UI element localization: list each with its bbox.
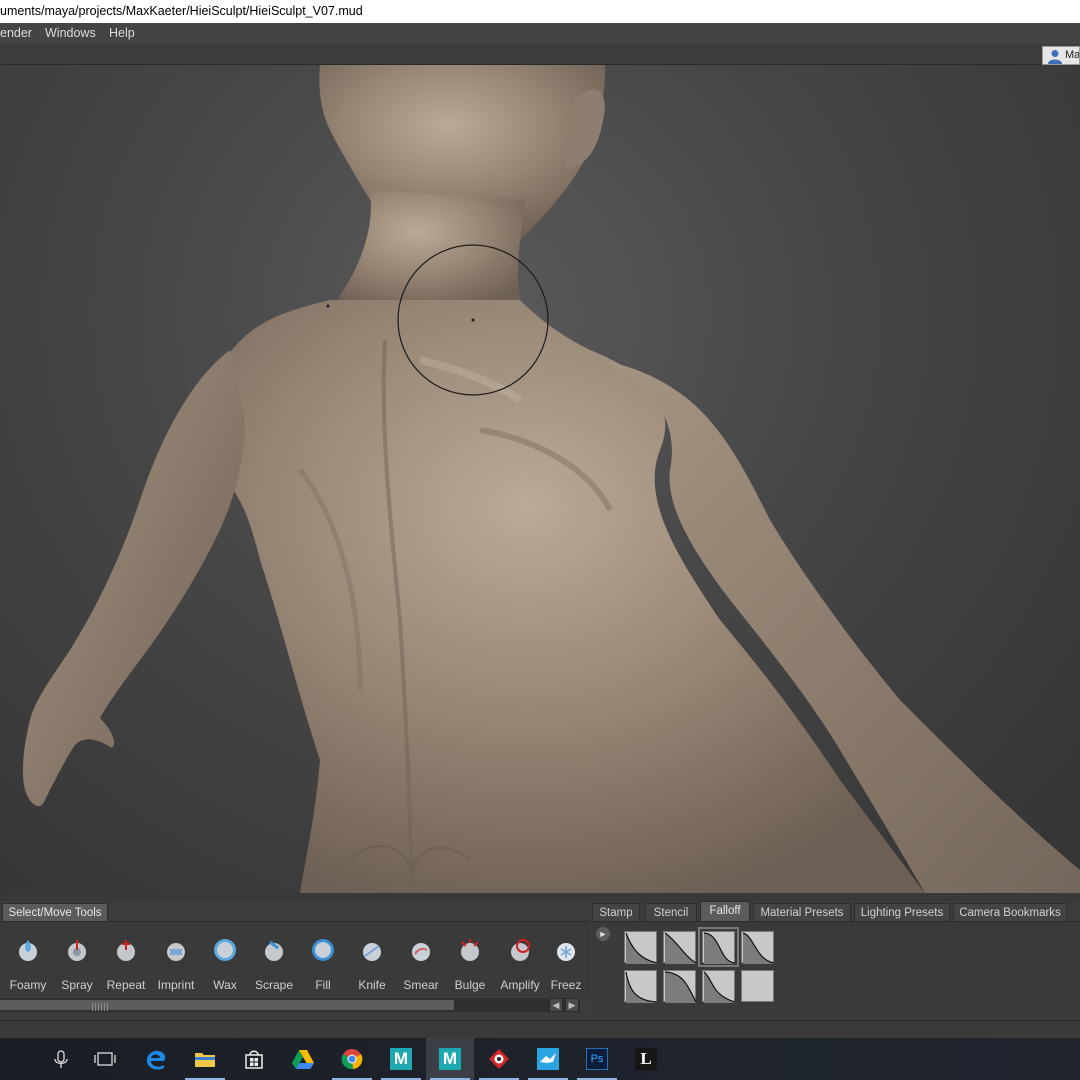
taskbar-microphone[interactable] bbox=[37, 1038, 85, 1080]
status-line bbox=[0, 1020, 1080, 1038]
store-icon bbox=[245, 1050, 263, 1069]
menu-item-windows[interactable]: Windows bbox=[45, 23, 96, 44]
foamy-icon bbox=[19, 940, 37, 961]
tab-stamp[interactable]: Stamp bbox=[592, 903, 640, 922]
freeze-icon bbox=[557, 943, 575, 961]
tool-amplify[interactable]: Amplify bbox=[495, 932, 545, 994]
tab-camera-bookmarks[interactable]: Camera Bookmarks bbox=[953, 903, 1067, 922]
mudbox-letter: M bbox=[442, 1049, 458, 1068]
bird-icon bbox=[537, 1048, 559, 1070]
tab-stencil[interactable]: Stencil bbox=[645, 903, 697, 922]
falloff-preset[interactable] bbox=[663, 970, 697, 1003]
imprint-icon bbox=[167, 943, 185, 961]
l-letter: L bbox=[640, 1049, 652, 1068]
taskbar-file-explorer[interactable] bbox=[181, 1038, 229, 1080]
spray-icon bbox=[68, 940, 86, 961]
scrape-icon bbox=[265, 940, 283, 961]
tool-label: Wax bbox=[213, 978, 237, 992]
bulge-icon bbox=[461, 939, 479, 961]
user-account-button[interactable]: Ma bbox=[1042, 46, 1080, 65]
falloff-preset[interactable] bbox=[624, 931, 658, 964]
tool-foamy[interactable]: Foamy bbox=[3, 932, 53, 994]
taskbar-chrome[interactable] bbox=[328, 1038, 376, 1080]
falloff-preset[interactable] bbox=[741, 970, 774, 1002]
tool-fill[interactable]: Fill bbox=[298, 932, 348, 994]
tool-smear[interactable]: Smear bbox=[396, 932, 446, 994]
tool-freeze[interactable]: Freez bbox=[541, 932, 591, 994]
3d-viewport[interactable] bbox=[0, 65, 1080, 893]
tool-repeat[interactable]: Repeat bbox=[101, 932, 151, 994]
photoshop-letters: Ps bbox=[590, 1053, 604, 1065]
repeat-icon bbox=[117, 940, 135, 961]
task-view-icon bbox=[94, 1052, 116, 1066]
top-toolstrip: Ma bbox=[0, 44, 1080, 65]
tab-material-presets[interactable]: Material Presets bbox=[753, 903, 851, 922]
falloff-preset[interactable] bbox=[663, 931, 697, 964]
sculpt-model bbox=[22, 65, 1080, 893]
scroll-left-icon[interactable]: ◀ bbox=[549, 998, 563, 1012]
chrome-icon bbox=[341, 1049, 363, 1070]
tool-bulge[interactable]: Bulge bbox=[445, 932, 495, 994]
fill-icon bbox=[312, 939, 334, 961]
amplify-icon bbox=[511, 939, 530, 961]
tool-label: Spray bbox=[61, 978, 93, 992]
smear-icon bbox=[412, 943, 430, 961]
falloff-preset[interactable] bbox=[702, 970, 736, 1003]
taskbar-lightroom[interactable]: L bbox=[622, 1038, 670, 1080]
falloff-preset[interactable] bbox=[624, 970, 658, 1003]
maya-letter: M bbox=[393, 1049, 409, 1068]
taskbar-photoshop[interactable]: Ps bbox=[573, 1038, 621, 1080]
tray-panel: Select/Move Tools Stamp Stencil Falloff … bbox=[0, 901, 1080, 1038]
tool-spray[interactable]: Spray bbox=[52, 932, 102, 994]
window-title: uments/maya/projects/MaxKaeter/HieiSculp… bbox=[0, 0, 1080, 23]
user-label: Ma bbox=[1065, 49, 1080, 61]
tool-label: Imprint bbox=[157, 978, 195, 992]
menu-item-help[interactable]: Help bbox=[109, 23, 135, 44]
panel-divider[interactable] bbox=[0, 893, 1080, 901]
tab-falloff[interactable]: Falloff bbox=[700, 901, 750, 922]
tool-label: Repeat bbox=[106, 978, 146, 992]
tab-lighting-presets[interactable]: Lighting Presets bbox=[854, 903, 950, 922]
microphone-icon bbox=[54, 1050, 68, 1068]
menu-bar: ender Windows Help bbox=[0, 23, 1080, 44]
google-drive-icon bbox=[292, 1050, 314, 1069]
taskbar-reaper[interactable] bbox=[475, 1038, 523, 1080]
tool-knife[interactable]: Knife bbox=[347, 932, 397, 994]
tool-label: Knife bbox=[358, 978, 386, 992]
taskbar-bird-app[interactable] bbox=[524, 1038, 572, 1080]
tab-select-move-tools[interactable]: Select/Move Tools bbox=[2, 903, 108, 922]
tool-label: Bulge bbox=[454, 978, 486, 992]
user-icon bbox=[1048, 50, 1062, 64]
tool-label: Freez bbox=[550, 978, 582, 992]
tool-label: Smear bbox=[403, 978, 439, 992]
tool-label: Scrape bbox=[254, 978, 294, 992]
scroll-right-icon[interactable]: ▶ bbox=[565, 998, 579, 1012]
folder-icon bbox=[195, 1053, 215, 1067]
tool-tray-scrollbar[interactable]: ◀ ▶ bbox=[0, 998, 580, 1012]
menu-item-render[interactable]: ender bbox=[0, 23, 32, 44]
scrollbar-thumb[interactable] bbox=[0, 1000, 454, 1011]
taskbar-edge[interactable] bbox=[132, 1038, 180, 1080]
taskbar-maya[interactable]: M bbox=[377, 1038, 425, 1080]
tool-scrape[interactable]: Scrape bbox=[249, 932, 299, 994]
tool-label: Amplify bbox=[500, 978, 540, 992]
reaper-icon bbox=[489, 1049, 509, 1069]
taskbar-mudbox[interactable]: M bbox=[426, 1038, 474, 1080]
edge-icon bbox=[146, 1050, 166, 1070]
tool-label: Fill bbox=[315, 978, 331, 992]
wax-icon bbox=[214, 939, 236, 961]
taskbar-task-view[interactable] bbox=[81, 1038, 129, 1080]
tool-wax[interactable]: Wax bbox=[200, 932, 250, 994]
falloff-preset[interactable] bbox=[741, 931, 775, 964]
tool-label: Foamy bbox=[9, 978, 47, 992]
expand-arrow-icon[interactable]: ► bbox=[596, 927, 610, 941]
windows-taskbar: M M Ps L bbox=[0, 1038, 1080, 1080]
tool-tray: Foamy Spray Repeat Imprint Wax Scrape Fi… bbox=[0, 921, 590, 997]
knife-icon bbox=[363, 943, 381, 961]
falloff-preset[interactable] bbox=[698, 927, 739, 967]
taskbar-google-drive[interactable] bbox=[279, 1038, 327, 1080]
taskbar-store[interactable] bbox=[230, 1038, 278, 1080]
falloff-presets: ► bbox=[592, 921, 1080, 1011]
tool-imprint[interactable]: Imprint bbox=[151, 932, 201, 994]
